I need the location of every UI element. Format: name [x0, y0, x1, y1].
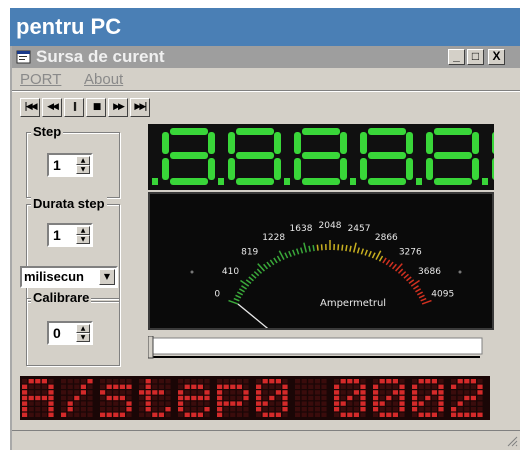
skip-start-button[interactable]: |◀◀: [20, 98, 40, 117]
segment-digit: [284, 128, 347, 185]
window-title: Sursa de curent: [36, 47, 165, 66]
meter-scale-label: 1228: [262, 233, 285, 243]
seven-segment-display: [148, 124, 494, 190]
step-label: Step: [31, 124, 64, 139]
durata-up-arrow-icon[interactable]: ▲: [76, 226, 90, 235]
durata-label: Durata step: [31, 196, 107, 211]
segment-digit: [152, 128, 215, 185]
dot-matrix-char: [373, 379, 405, 417]
dot-matrix-char: [295, 379, 327, 417]
dot-matrix-char: [334, 379, 366, 417]
menu-about[interactable]: About: [84, 71, 123, 88]
close-button[interactable]: X: [488, 49, 505, 65]
unit-select[interactable]: milisecun ▼: [20, 266, 118, 288]
magazine-banner: pentru PC: [10, 8, 520, 46]
skip-end-button[interactable]: ▶▶|: [130, 98, 150, 117]
meter-scale-label: 0: [214, 289, 220, 299]
durata-spinner[interactable]: 1 ▲ ▼: [47, 223, 93, 247]
dot-matrix-char: [139, 379, 171, 417]
chevron-down-icon[interactable]: ▼: [99, 269, 115, 285]
dot-matrix-char: [61, 379, 93, 417]
meter-scale-label: 4095: [431, 289, 454, 299]
unit-select-value: milisecun: [24, 269, 84, 284]
pause-icon: ||: [72, 102, 77, 112]
app-window: Sursa de curent _ □ X PORT About |◀◀ ◀◀ …: [10, 46, 520, 450]
segment-digit: [482, 132, 494, 185]
segment-digit: [218, 128, 281, 185]
pause-button[interactable]: ||: [64, 98, 84, 117]
step-up-arrow-icon[interactable]: ▲: [76, 156, 90, 165]
dot-matrix-char: [100, 379, 132, 417]
meter-scale-label: 2866: [375, 233, 398, 243]
meter-scale-label: 819: [241, 248, 258, 258]
rewind-icon: ◀◀: [47, 102, 59, 112]
dot-matrix-char: [412, 379, 444, 417]
durata-value: 1: [53, 227, 61, 243]
menu-separator: [12, 90, 520, 92]
dot-matrix-char: [178, 379, 210, 417]
app-icon: [16, 50, 31, 64]
meter-scale-label: 3686: [418, 267, 441, 277]
segment-digit: [350, 128, 413, 185]
dot-matrix-display: [20, 376, 490, 420]
skip-start-icon: |◀◀: [24, 102, 37, 112]
status-bar: [12, 430, 520, 450]
banner-title: pentru PC: [16, 14, 122, 39]
durata-down-arrow-icon[interactable]: ▼: [76, 235, 90, 244]
calibrare-group: Calibrare 0 ▲ ▼: [26, 290, 120, 366]
meter-scale-label: 3276: [399, 248, 422, 258]
step-spinner[interactable]: 1 ▲ ▼: [47, 153, 93, 177]
meter-needle: [237, 303, 307, 361]
segment-digit: [416, 128, 479, 185]
dot-matrix-char: [217, 379, 249, 417]
calibrare-value: 0: [53, 325, 61, 341]
calibrare-label: Calibrare: [31, 290, 92, 305]
fast-forward-icon: ▶▶: [113, 102, 125, 112]
fast-forward-button[interactable]: ▶▶: [108, 98, 128, 117]
current-slider[interactable]: [147, 335, 494, 360]
ampermeter-gauge: 0 410 819 1228 1638 2048 2457 2866 3276 3686 4095 A…: [148, 192, 494, 361]
calibrare-down-arrow-icon[interactable]: ▼: [76, 333, 90, 342]
dot-matrix-char: [256, 379, 288, 417]
menu-bar: PORT About: [12, 70, 520, 90]
meter-label: Ampermetrul: [320, 298, 386, 309]
maximize-button[interactable]: □: [467, 49, 484, 65]
meter-scale-label: 410: [222, 267, 239, 277]
calibrare-up-arrow-icon[interactable]: ▲: [76, 324, 90, 333]
resize-grip-icon[interactable]: [506, 435, 518, 447]
meter-scale-label: 1638: [290, 224, 313, 234]
menu-port[interactable]: PORT: [20, 71, 61, 88]
meter-scale-label: 2457: [348, 224, 371, 234]
step-value: 1: [53, 157, 61, 173]
stop-icon: ■: [92, 102, 101, 112]
meter-scale-label: 2048: [319, 221, 342, 231]
title-bar[interactable]: Sursa de curent _ □ X: [12, 46, 520, 68]
step-down-arrow-icon[interactable]: ▼: [76, 165, 90, 174]
minimize-button[interactable]: _: [448, 49, 465, 65]
dot-matrix-char: [451, 379, 483, 417]
skip-end-icon: ▶▶|: [134, 102, 147, 112]
calibrare-spinner[interactable]: 0 ▲ ▼: [47, 321, 93, 345]
dot-matrix-char: [22, 379, 54, 417]
rewind-button[interactable]: ◀◀: [42, 98, 62, 117]
slider-thumb[interactable]: [147, 335, 154, 359]
stop-button[interactable]: ■: [86, 98, 106, 117]
step-group: Step 1 ▲ ▼: [26, 124, 120, 198]
